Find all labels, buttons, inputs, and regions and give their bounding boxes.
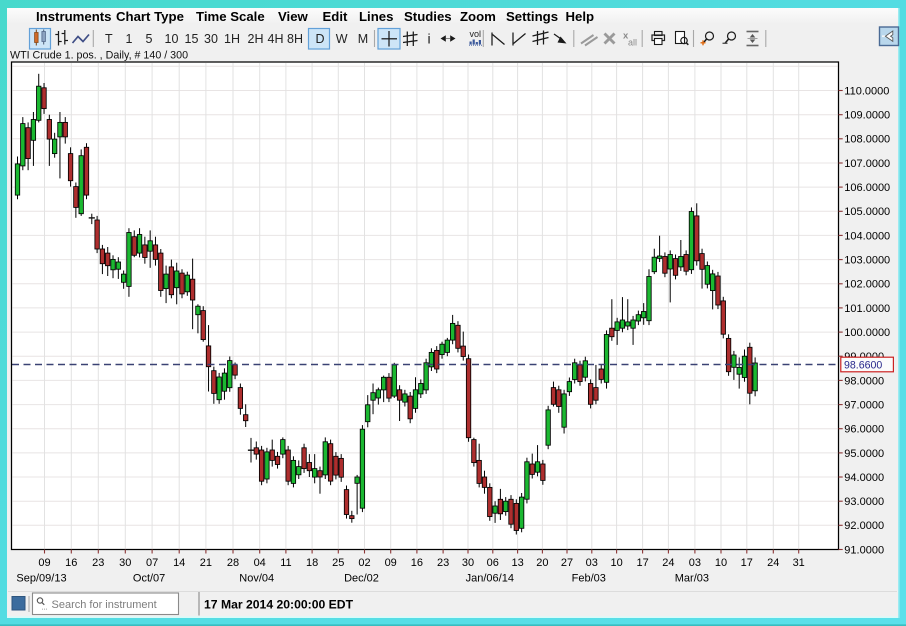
svg-text:18: 18 bbox=[306, 557, 318, 569]
svg-text:Chart Type: Chart Type bbox=[116, 9, 184, 24]
svg-text:07: 07 bbox=[146, 557, 158, 569]
svg-text:Dec/02: Dec/02 bbox=[344, 573, 379, 585]
svg-text:97.0000: 97.0000 bbox=[844, 400, 884, 412]
svg-text:Oct/07: Oct/07 bbox=[133, 573, 165, 585]
svg-text:15: 15 bbox=[185, 32, 199, 46]
svg-text:W: W bbox=[336, 32, 348, 46]
svg-text:30: 30 bbox=[204, 32, 218, 46]
svg-text:93.0000: 93.0000 bbox=[844, 496, 884, 508]
svg-text:View: View bbox=[278, 9, 309, 24]
svg-text:106.0000: 106.0000 bbox=[844, 182, 890, 194]
svg-text:02: 02 bbox=[358, 557, 370, 569]
svg-text:Instruments: Instruments bbox=[36, 9, 111, 24]
svg-text:24: 24 bbox=[662, 557, 674, 569]
svg-text:110.0000: 110.0000 bbox=[844, 85, 889, 97]
svg-text:4H: 4H bbox=[268, 32, 284, 46]
svg-text:Mar/03: Mar/03 bbox=[675, 573, 709, 585]
svg-text:WTI Crude 1. pos. , Daily, # 1: WTI Crude 1. pos. , Daily, # 140 / 300 bbox=[10, 50, 188, 62]
svg-text:23: 23 bbox=[92, 557, 104, 569]
svg-text:23: 23 bbox=[437, 557, 449, 569]
svg-text:98.0000: 98.0000 bbox=[844, 375, 884, 387]
svg-text:31: 31 bbox=[793, 557, 805, 569]
svg-text:21: 21 bbox=[200, 557, 212, 569]
svg-text:14: 14 bbox=[173, 557, 185, 569]
svg-text:1: 1 bbox=[126, 32, 133, 46]
svg-text:11: 11 bbox=[280, 557, 291, 569]
svg-text:30: 30 bbox=[462, 557, 474, 569]
svg-text:all: all bbox=[628, 38, 637, 48]
svg-text:102.0000: 102.0000 bbox=[844, 279, 890, 291]
svg-text:101.0000: 101.0000 bbox=[844, 303, 890, 315]
svg-text:100.0000: 100.0000 bbox=[844, 327, 890, 339]
svg-text:108.0000: 108.0000 bbox=[844, 134, 890, 146]
svg-text:Edit: Edit bbox=[323, 9, 349, 24]
svg-text:8H: 8H bbox=[287, 32, 303, 46]
svg-text:Lines: Lines bbox=[359, 9, 393, 24]
svg-text:17: 17 bbox=[741, 557, 753, 569]
svg-text:98.6600: 98.6600 bbox=[844, 359, 882, 371]
svg-text:2H: 2H bbox=[248, 32, 264, 46]
svg-text:20: 20 bbox=[536, 557, 548, 569]
svg-text:30: 30 bbox=[119, 557, 131, 569]
svg-text:92.0000: 92.0000 bbox=[844, 520, 884, 532]
svg-text:91.0000: 91.0000 bbox=[844, 544, 884, 556]
svg-text:94.0000: 94.0000 bbox=[844, 472, 884, 484]
svg-text:109.0000: 109.0000 bbox=[844, 110, 890, 122]
svg-text:Sep/09/13: Sep/09/13 bbox=[16, 573, 66, 585]
svg-text:10: 10 bbox=[715, 557, 727, 569]
svg-text:17 Mar 2014 20:00:00 EDT: 17 Mar 2014 20:00:00 EDT bbox=[204, 598, 354, 612]
svg-text:Studies: Studies bbox=[404, 9, 452, 24]
svg-text:24: 24 bbox=[767, 557, 779, 569]
svg-text:1H: 1H bbox=[224, 32, 240, 46]
svg-text:vol: vol bbox=[470, 29, 482, 39]
svg-text:Jan/06/14: Jan/06/14 bbox=[466, 573, 514, 585]
svg-text:13: 13 bbox=[511, 557, 523, 569]
svg-text:27: 27 bbox=[561, 557, 573, 569]
svg-text:Nov/04: Nov/04 bbox=[239, 573, 274, 585]
svg-text:5: 5 bbox=[146, 32, 153, 46]
svg-text:105.0000: 105.0000 bbox=[844, 206, 890, 218]
svg-text:104.0000: 104.0000 bbox=[844, 230, 890, 242]
svg-text:16: 16 bbox=[411, 557, 423, 569]
svg-text:...: ... bbox=[42, 603, 48, 612]
svg-text:25: 25 bbox=[332, 557, 344, 569]
svg-text:Feb/03: Feb/03 bbox=[572, 573, 606, 585]
svg-text:96.0000: 96.0000 bbox=[844, 424, 884, 436]
svg-text:17: 17 bbox=[636, 557, 648, 569]
svg-text:03: 03 bbox=[586, 557, 598, 569]
svg-text:Help: Help bbox=[566, 9, 595, 24]
svg-text:28: 28 bbox=[227, 557, 239, 569]
svg-text:103.0000: 103.0000 bbox=[844, 255, 890, 267]
svg-text:95.0000: 95.0000 bbox=[844, 448, 884, 460]
svg-text:04: 04 bbox=[254, 557, 266, 569]
svg-text:Time Scale: Time Scale bbox=[196, 9, 265, 24]
svg-text:06: 06 bbox=[487, 557, 499, 569]
svg-text:Search for instrument: Search for instrument bbox=[52, 599, 157, 611]
svg-text:16: 16 bbox=[65, 557, 77, 569]
svg-text:M: M bbox=[358, 32, 368, 46]
svg-text:D: D bbox=[315, 32, 324, 46]
svg-text:03: 03 bbox=[689, 557, 701, 569]
svg-text:09: 09 bbox=[38, 557, 50, 569]
svg-text:10: 10 bbox=[610, 557, 622, 569]
svg-text:Settings: Settings bbox=[506, 9, 558, 24]
svg-text:Zoom: Zoom bbox=[460, 9, 496, 24]
svg-text:T: T bbox=[105, 32, 113, 46]
svg-text:10: 10 bbox=[165, 32, 179, 46]
svg-text:107.0000: 107.0000 bbox=[844, 158, 890, 170]
svg-text:i: i bbox=[427, 31, 430, 47]
svg-text:09: 09 bbox=[385, 557, 397, 569]
